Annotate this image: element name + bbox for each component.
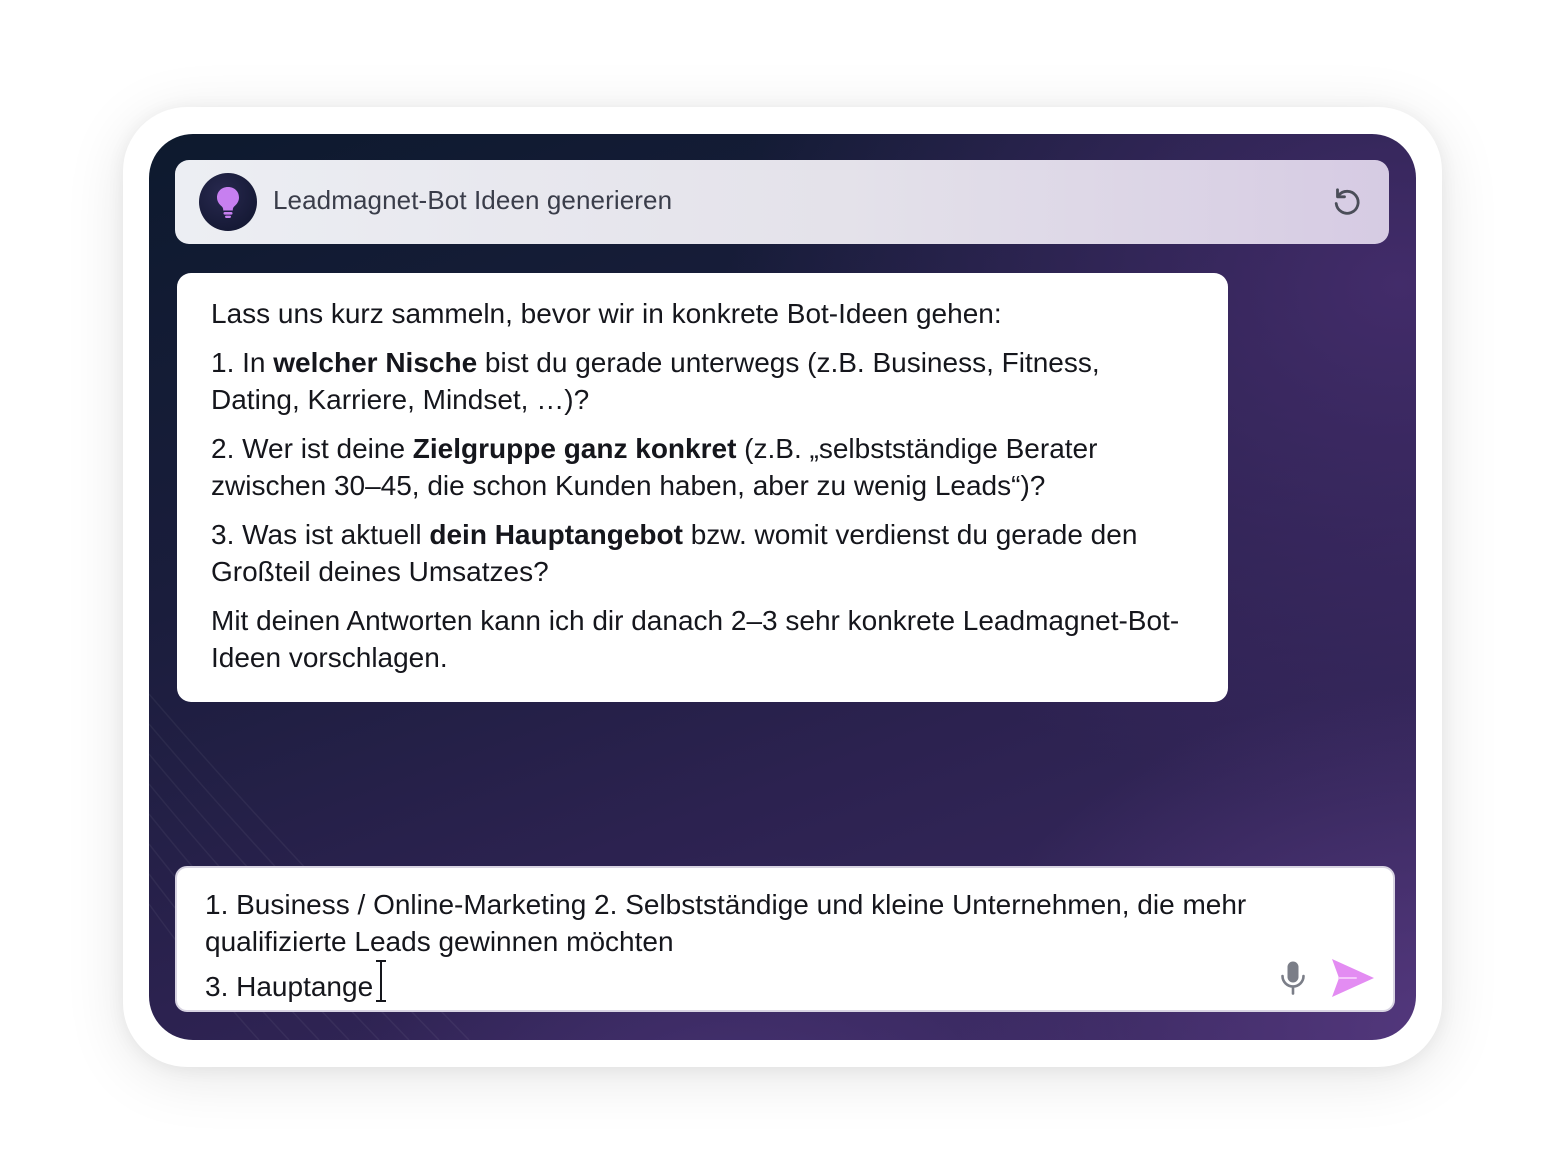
send-icon [1332, 959, 1374, 997]
send-button[interactable] [1329, 954, 1377, 1002]
message-input-value: 1. Business / Online-Marketing 2. Selbst… [205, 889, 1247, 1002]
question-3-bold: dein Hauptangebot [429, 519, 683, 550]
question-2-bold: Zielgruppe ganz konkret [412, 433, 737, 464]
question-3-prefix: 3. Was ist aktuell [211, 519, 430, 550]
question-1-bold: welcher Nische [273, 347, 478, 378]
bot-avatar [199, 173, 257, 231]
question-2-prefix: 2. Wer ist deine [211, 433, 413, 464]
reset-chat-button[interactable] [1327, 182, 1367, 222]
chat-header: Leadmagnet-Bot Ideen generieren [175, 160, 1389, 244]
message-composer[interactable]: 1. Business / Online-Marketing 2. Selbst… [175, 866, 1395, 1012]
chat-window: Leadmagnet-Bot Ideen generieren Lass uns… [149, 134, 1416, 1040]
message-question-3: 3. Was ist aktuell dein Hauptangebot bzw… [211, 516, 1194, 590]
message-question-2: 2. Wer ist deine Zielgruppe ganz konkret… [211, 430, 1194, 504]
lightbulb-icon [217, 187, 239, 218]
microphone-button[interactable] [1273, 958, 1313, 998]
text-cursor-icon [376, 960, 387, 1002]
message-input[interactable]: 1. Business / Online-Marketing 2. Selbst… [205, 886, 1255, 1005]
refresh-icon [1334, 188, 1360, 215]
question-1-prefix: 1. In [211, 347, 274, 378]
message-outro: Mit deinen Antworten kann ich dir danach… [211, 605, 1180, 673]
message-intro: Lass uns kurz sammeln, bevor wir in konk… [211, 298, 1002, 329]
bot-message: Lass uns kurz sammeln, bevor wir in konk… [177, 273, 1228, 702]
message-question-1: 1. In welcher Nische bist du gerade unte… [211, 344, 1194, 418]
microphone-icon [1281, 961, 1305, 995]
chat-title: Leadmagnet-Bot Ideen generieren [273, 185, 673, 215]
